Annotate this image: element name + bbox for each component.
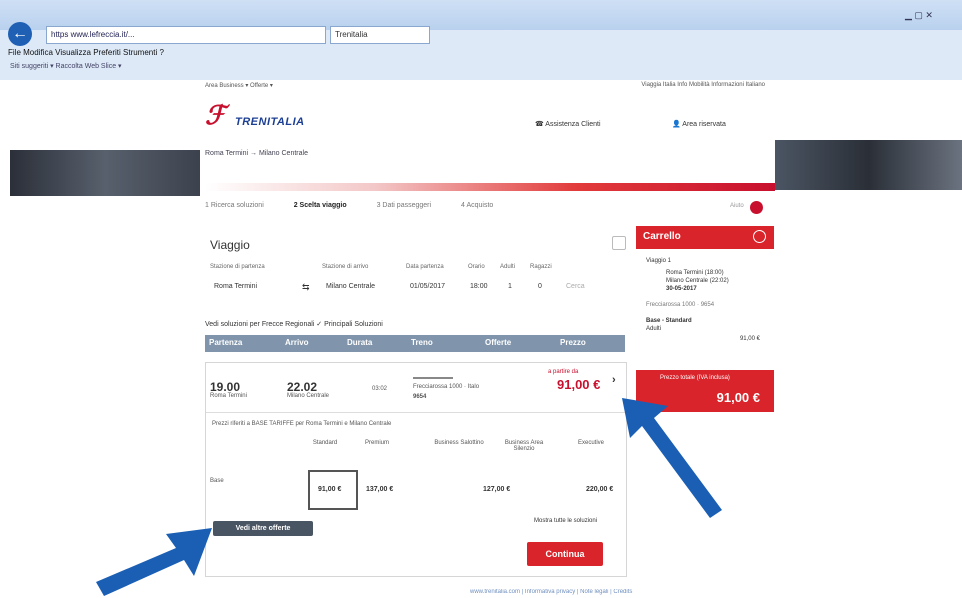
user-icon: 👤	[672, 121, 683, 128]
from-label: Stazione di partenza	[210, 264, 265, 270]
cart-to: Milano Centrale (22:02)	[666, 278, 729, 284]
cart-title: Carrello	[643, 231, 681, 242]
window-controls[interactable]: ▁ ▢ ✕	[905, 10, 933, 21]
train-name: Frecciarossa 1000 · Italo	[413, 384, 480, 390]
annotation-arrow-more	[96, 528, 212, 596]
hero-photo-right	[775, 140, 962, 190]
date-field[interactable]: 01/05/2017	[410, 283, 445, 290]
arrival-station: Milano Centrale	[287, 393, 330, 399]
footer-links[interactable]: www.trenitalia.com | Informativa privacy…	[470, 589, 960, 598]
cart-fare: Base - Standard	[646, 318, 692, 324]
col-train: Treno	[411, 338, 433, 347]
train-line-icon	[413, 377, 453, 379]
journey-title: Viaggio	[210, 238, 250, 252]
trenitalia-logo[interactable]: ℱ TRENITALIA	[205, 100, 315, 136]
col-duration[interactable]: Durata	[347, 338, 372, 347]
browser-tab[interactable]: Trenitalia	[330, 26, 430, 44]
back-button[interactable]: ←	[8, 22, 32, 46]
swap-stations-icon[interactable]: ⇆	[302, 282, 310, 293]
col-executive: Executive	[577, 440, 604, 446]
logo-text: TRENITALIA	[235, 116, 305, 128]
help-label: Aiuto	[730, 203, 744, 209]
col-business-silenzio: Business Area Silenzio	[504, 440, 544, 452]
to-label: Stazione di arrivo	[322, 264, 369, 270]
annotation-arrow-price	[622, 398, 722, 518]
adults-label: Adulti	[500, 264, 516, 270]
more-offers-button[interactable]: Vedi altre offerte	[213, 521, 313, 536]
price-from-label: a partire da	[548, 369, 579, 375]
col-premium: Premium	[364, 440, 389, 446]
departure-time: 19.00	[210, 380, 241, 394]
hero-photo-left	[10, 150, 200, 196]
top-nav: Area Business ▾ Offerte ▾ Viaggia Italia…	[205, 82, 765, 92]
duration: 03:02	[372, 386, 388, 392]
fare-standard[interactable]: 91,00 €	[318, 486, 341, 493]
address-bar[interactable]: https www.lefreccia.it/...	[46, 26, 326, 44]
close-icon[interactable]	[753, 230, 766, 243]
cart-adult-label: Adulti	[646, 326, 662, 332]
departure-station: Roma Termini	[210, 393, 247, 399]
to-field[interactable]: Milano Centrale	[326, 283, 375, 290]
top-nav-left[interactable]: Area Business ▾ Offerte ▾	[205, 83, 273, 89]
cart-subtotal: 91,00 €	[739, 336, 760, 342]
favorites-bar[interactable]: Siti suggeriti ▾ Raccolta Web Slice ▾	[0, 62, 600, 76]
step-2: 2 Scelta viaggio	[293, 202, 347, 209]
menu-bar[interactable]: File Modifica Visualizza Preferiti Strum…	[0, 48, 600, 60]
step-1[interactable]: 1 Ricerca soluzioni	[205, 202, 264, 209]
cart-date: 30-05-2017	[666, 286, 697, 292]
train-number: 9654	[413, 394, 427, 400]
col-arrival[interactable]: Arrivo	[285, 338, 309, 347]
chevron-right-icon[interactable]: ›	[612, 374, 616, 386]
col-price: Prezzo	[560, 338, 586, 347]
show-all-checkbox[interactable]: Mostra tutte le soluzioni	[534, 518, 597, 524]
edit-search-icon[interactable]	[612, 236, 626, 250]
cart-header: Carrello	[636, 226, 774, 249]
kids-label: Ragazzi	[530, 264, 552, 270]
fare-row-label: Base	[210, 478, 224, 484]
solution-filters[interactable]: Vedi soluzioni per Frecce Regionali ✓ Pr…	[205, 320, 383, 328]
headset-icon: ☎	[535, 121, 546, 128]
offer-description: Prezzi riferiti a BASE TARIFFE per Roma …	[212, 421, 392, 427]
divider	[206, 412, 626, 413]
fare-premium[interactable]: 137,00 €	[366, 486, 393, 493]
cart-trip-label: Viaggio 1	[646, 258, 671, 264]
time-field[interactable]: 18:00	[470, 283, 488, 290]
kids-field[interactable]: 0	[538, 283, 542, 290]
result-price[interactable]: 91,00 €	[557, 377, 600, 392]
top-nav-right[interactable]: Viaggia Italia Info Mobilità Informazion…	[641, 82, 765, 88]
step-4: 4 Acquisto	[461, 202, 494, 209]
cart-body: Viaggio 1 Roma Termini (18:00) Milano Ce…	[636, 252, 774, 367]
brand-stripe	[205, 183, 775, 191]
breadcrumb: Roma Termini → Milano Centrale	[205, 150, 308, 157]
progress-steps: 1 Ricerca soluzioni 2 Scelta viaggio 3 D…	[205, 202, 675, 216]
continue-button[interactable]: Continua	[527, 542, 603, 566]
account-link[interactable]: 👤 Area riservata	[672, 120, 726, 128]
cart-train: Frecciarossa 1000 · 9654	[646, 302, 715, 308]
help-icon[interactable]	[750, 201, 763, 214]
step-3: 3 Dati passeggeri	[376, 202, 432, 209]
adults-field[interactable]: 1	[508, 283, 512, 290]
col-departure[interactable]: Partenza	[209, 338, 242, 347]
col-business-salottino: Business Salottino	[434, 440, 484, 446]
total-label: Prezzo totale (IVA inclusa)	[660, 375, 730, 381]
customer-care-link[interactable]: ☎ Assistenza Clienti	[535, 120, 601, 128]
fare-business[interactable]: 127,00 €	[483, 486, 510, 493]
results-table-header: Partenza Arrivo Durata Treno Offerte Pre…	[205, 335, 625, 352]
search-button[interactable]: Cerca	[566, 283, 585, 290]
date-label: Data partenza	[406, 264, 444, 270]
arrival-time: 22.02	[287, 380, 318, 394]
col-standard: Standard	[312, 440, 338, 446]
time-label: Orario	[468, 264, 485, 270]
from-field[interactable]: Roma Termini	[214, 283, 257, 290]
cart-from: Roma Termini (18:00)	[666, 270, 724, 276]
logo-mark-icon: ℱ	[205, 100, 226, 130]
col-offers: Offerte	[485, 338, 512, 347]
